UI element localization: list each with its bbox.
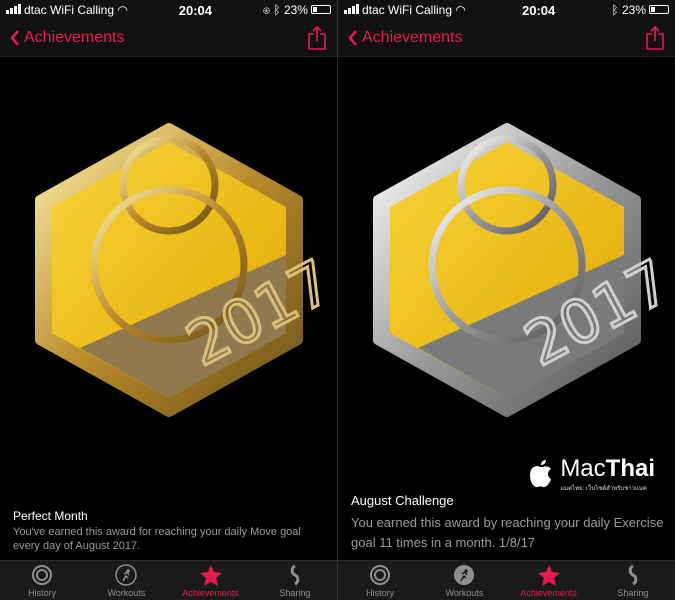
star-icon [199,565,222,586]
tab-achievements[interactable]: Achievements [507,561,591,600]
tab-achievements[interactable]: Achievements [169,561,253,600]
tab-history[interactable]: History [0,561,84,600]
clock: 20:04 [178,2,212,18]
screen-perfect-month: dtac WiFi Calling ◠ 20:04 ⊛ ᛒ 23% Achiev… [0,0,337,600]
award-title: Perfect Month [13,509,88,523]
wifi-icon: ◠ [455,3,466,17]
battery-icon [649,5,669,14]
award-description: You've earned this award for reaching yo… [13,526,301,552]
orientation-lock-icon: ⊛ [262,3,271,17]
macthai-watermark: MacThai แมคไทย: เว็บไซต์สำหรับชาวแมค [526,455,655,493]
nav-bar: Achievements [0,20,337,57]
medal-gold: 2017 [35,123,337,417]
history-icon [32,565,53,585]
battery-icon [310,5,331,14]
status-bar: dtac WiFi Calling ◠ 20:04 ⊛ ᛒ 23% [0,0,337,20]
apple-logo-icon [530,460,552,488]
tab-label: Achievements [520,588,577,598]
back-button[interactable]: Achievements [10,29,125,47]
share-icon[interactable] [307,26,327,50]
brand-a: Mac [560,455,606,482]
brand-b: Thai [605,455,655,482]
screen-august-challenge: dtac WiFi Calling ◠ 20:04 ᛒ 23% Achievem… [338,0,675,600]
tab-bar: History Workouts Achievements Sharing [0,560,337,600]
tab-bar: History Workouts Achievements Sharing [338,560,675,600]
tab-label: Workouts [445,588,484,598]
running-figure-icon [454,565,475,585]
carrier: dtac WiFi Calling [24,3,115,17]
tab-label: Sharing [617,588,649,598]
award-info: August Challenge You earned this award b… [351,493,665,553]
tab-label: History [366,588,395,598]
award-title: August Challenge [351,493,454,508]
tab-history[interactable]: History [338,561,422,600]
signal-icon [344,4,359,14]
bluetooth-icon: ᛒ [273,3,281,17]
tab-label: Achievements [182,588,239,598]
star-icon [537,565,560,586]
share-icon[interactable] [645,26,665,50]
back-label: Achievements [24,29,125,46]
tab-sharing[interactable]: Sharing [253,561,337,600]
medal-silver: 2017 [373,123,675,417]
battery-percent: 23% [283,3,308,17]
sharing-icon [290,564,300,586]
clock: 20:04 [522,2,556,18]
tab-workouts[interactable]: Workouts [84,561,168,600]
tab-label: Sharing [279,588,311,598]
history-icon [370,565,391,585]
award-info: Perfect Month You've earned this award f… [13,509,327,553]
tab-sharing[interactable]: Sharing [591,561,675,600]
back-label: Achievements [362,29,463,46]
status-bar: dtac WiFi Calling ◠ 20:04 ᛒ 23% [338,0,675,20]
tagline: แมคไทย: เว็บไซต์สำหรับชาวแมค [560,486,647,492]
running-figure-icon [115,564,138,586]
carrier: dtac WiFi Calling [362,3,453,17]
chevron-left-icon [348,30,357,46]
back-button[interactable]: Achievements [348,29,463,47]
wifi-icon: ◠ [117,3,128,17]
bluetooth-icon: ᛒ [611,3,619,17]
sharing-icon [628,564,638,586]
signal-icon [6,4,21,14]
chevron-left-icon [10,30,19,46]
tab-workouts[interactable]: Workouts [422,561,506,600]
tab-label: History [28,588,57,598]
tab-label: Workouts [107,588,146,598]
battery-percent: 23% [621,3,646,17]
award-description: You earned this award by reaching your d… [351,515,664,550]
nav-bar: Achievements [338,20,675,57]
